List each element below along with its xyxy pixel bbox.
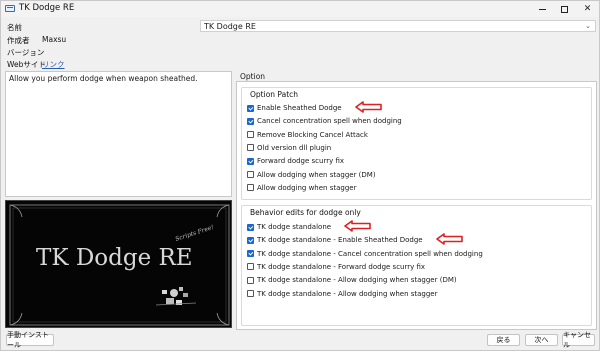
checkbox-unchecked[interactable] [247,276,254,284]
option-checkbox-row[interactable]: Allow dodging when stagger [247,183,356,193]
option-label: TK dodge standalone [257,223,332,231]
checkbox-unchecked[interactable] [247,131,254,139]
option-checkbox-row[interactable]: TK dodge standalone [247,222,331,232]
author-label: 作成者 [7,36,30,45]
option-checkbox-row[interactable]: TK dodge standalone - Allow dodging when… [247,289,438,299]
checkbox-checked[interactable] [247,157,254,165]
next-button[interactable]: 次へ [525,334,558,346]
option-checkbox-row[interactable]: TK dodge standalone - Enable Sheathed Do… [247,235,423,245]
option-label: Allow dodging when stagger [257,183,357,192]
app-icon [5,5,15,12]
checkbox-unchecked[interactable] [247,144,254,152]
preview-tag-text: Scripts Free! [174,224,215,243]
author-value: Maxsu [42,35,67,44]
option-checkbox-row[interactable]: Cancel concentration spell when dodging [247,116,402,126]
description-text: Allow you perform dodge when weapon shea… [9,74,198,83]
preview-logo-text: TK Dodge RE [36,245,193,271]
title-bar: TK Dodge RE ✕ [1,1,599,17]
checkbox-unchecked[interactable] [247,263,254,271]
name-select[interactable]: TK Dodge RE ⌄ [200,20,596,32]
red-arrow-left-icon [354,101,382,113]
option-checkbox-row[interactable]: Remove Blocking Cancel Attack [247,130,368,140]
checkbox-checked[interactable] [247,104,254,112]
back-button[interactable]: 戻る [487,334,520,346]
option-label: Forward dodge scurry fix [257,157,345,166]
option-checkbox-row[interactable]: Enable Sheathed Dodge [247,103,342,113]
option-checkbox-row[interactable]: Forward dodge scurry fix [247,156,344,166]
sketch-figure-icon [155,287,197,306]
option-checkbox-row[interactable]: Allow dodging when stagger (DM) [247,170,376,180]
checkbox-unchecked[interactable] [247,171,254,178]
option-label: Cancel concentration spell when dodging [257,117,402,126]
maximize-button[interactable] [553,1,576,17]
checkbox-checked[interactable] [247,223,254,231]
version-label: バージョン [7,48,45,57]
checkbox-checked[interactable] [247,250,254,258]
checkbox-unchecked[interactable] [247,184,254,192]
option-label: TK dodge standalone - Enable Sheathed Do… [257,236,423,245]
installer-window: TK Dodge RE ✕ 名前 TK Dodge RE ⌄ 作成者 Maxsu… [0,0,600,351]
option-header: Option [240,72,266,81]
option-label: TK dodge standalone - Forward dodge scur… [257,262,426,271]
option-checkbox-row[interactable]: TK dodge standalone - Cancel concentrati… [247,249,483,259]
window-title: TK Dodge RE [19,3,75,13]
website-label: Webサイト [7,60,46,69]
name-label: 名前 [7,23,22,32]
option-checkbox-row[interactable]: Old version dll plugin [247,143,331,153]
checkbox-checked[interactable] [247,236,254,244]
red-arrow-left-icon [344,220,371,232]
minimize-icon [539,8,546,10]
maximize-icon [561,5,568,13]
close-icon: ✕ [583,4,592,14]
option-label: Enable Sheathed Dodge [257,104,342,112]
option-checkbox-row[interactable]: TK dodge standalone - Allow dodging when… [247,275,457,285]
group-title: Behavior edits for dodge only [250,208,361,217]
checkbox-unchecked[interactable] [247,290,254,297]
option-label: Old version dll plugin [257,143,332,152]
chevron-down-icon: ⌄ [585,22,591,30]
option-label: TK dodge standalone - Allow dodging when… [257,276,457,285]
manual-install-button[interactable]: 手動インストール [6,331,54,349]
close-button[interactable]: ✕ [576,1,599,17]
option-label: Remove Blocking Cancel Attack [257,130,368,139]
option-checkbox-row[interactable]: TK dodge standalone - Forward dodge scur… [247,262,425,272]
minimize-button[interactable] [531,1,554,17]
checkbox-checked[interactable] [247,117,254,125]
option-label: TK dodge standalone - Allow dodging when… [257,289,438,298]
cancel-button[interactable]: キャンセル [562,331,595,349]
description-box: Allow you perform dodge when weapon shea… [5,71,232,197]
mod-preview-image: TK Dodge RE Scripts Free! [5,200,232,328]
website-link[interactable]: リンク [42,59,65,70]
name-value: TK Dodge RE [204,22,256,31]
option-label: Allow dodging when stagger (DM) [257,170,376,179]
red-arrow-left-icon [435,233,463,246]
preview-art: TK Dodge RE Scripts Free! [9,204,230,326]
group-title: Option Patch [250,90,299,99]
option-label: TK dodge standalone - Cancel concentrati… [257,249,483,258]
